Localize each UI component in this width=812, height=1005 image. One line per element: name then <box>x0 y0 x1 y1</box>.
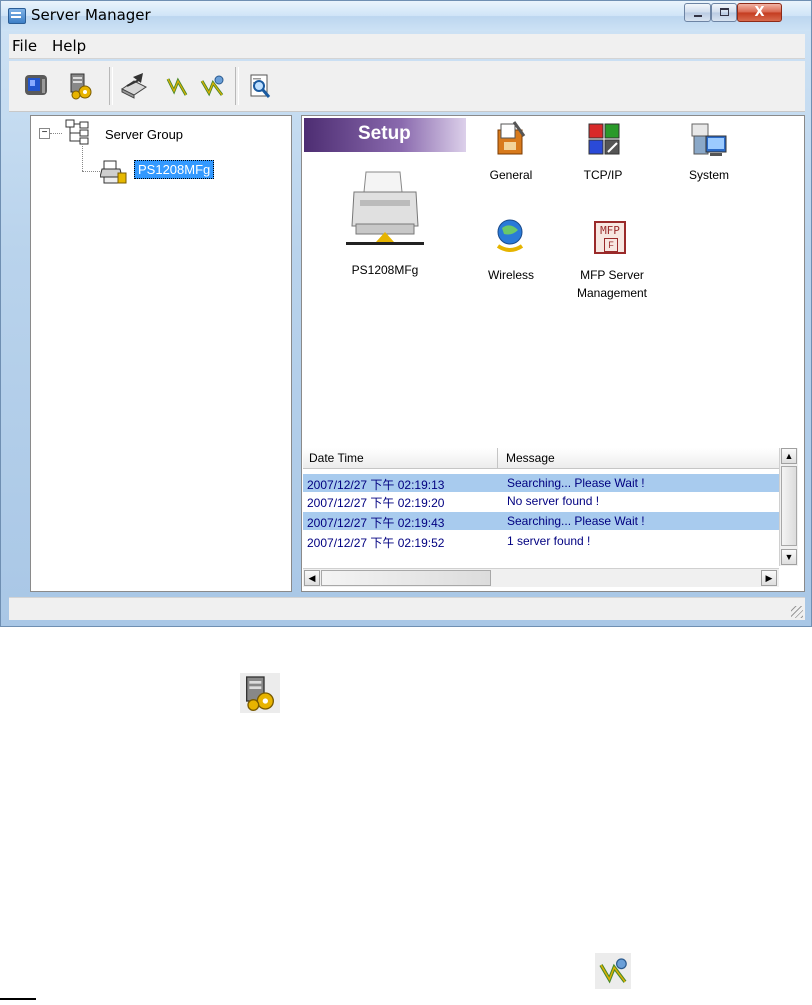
log-row[interactable]: 2007/12/27 下午 02:19:52 1 server found ! <box>303 532 779 550</box>
log-row[interactable]: 2007/12/27 下午 02:19:43 Searching... Plea… <box>303 512 779 530</box>
toolbar <box>9 61 805 112</box>
server-settings-icon <box>240 673 280 713</box>
setup-item-tcpip[interactable]: TCP/IP <box>572 120 634 190</box>
log-message: Searching... Please Wait ! <box>507 514 645 528</box>
tree-collapse-toggle[interactable]: − <box>39 128 50 139</box>
tcpip-icon <box>588 123 620 155</box>
upgrade-icon <box>166 77 188 96</box>
resize-grip[interactable] <box>791 606 803 618</box>
menu-bar: File Help <box>9 34 805 59</box>
printer-setup-icon <box>121 73 147 99</box>
maximize-button[interactable] <box>711 3 737 22</box>
close-icon: X <box>754 5 765 20</box>
log-message: 1 server found ! <box>507 534 591 548</box>
window-title: Server Manager <box>31 6 151 24</box>
scroll-right-button[interactable]: ▶ <box>761 570 777 586</box>
general-tools-icon <box>497 121 526 155</box>
log-datetime: 2007/12/27 下午 02:19:20 <box>307 496 445 510</box>
server-group-icon <box>65 119 89 145</box>
monitor-icon <box>25 75 47 95</box>
upgrade-button[interactable] <box>162 71 192 101</box>
server-settings-button[interactable] <box>66 71 96 101</box>
setup-title: Setup <box>358 123 411 144</box>
setup-item-label: System <box>688 168 729 182</box>
column-message[interactable]: Message <box>506 451 555 465</box>
app-icon <box>8 8 26 24</box>
log-table-header: Date Time Message <box>303 448 779 469</box>
column-datetime[interactable]: Date Time <box>309 451 364 465</box>
setup-item-general[interactable]: General <box>478 120 544 190</box>
menu-help[interactable]: Help <box>52 37 86 55</box>
wireless-icon <box>496 219 524 252</box>
reset-icon <box>595 953 631 989</box>
server-settings-icon <box>70 73 92 100</box>
status-bar <box>9 597 805 620</box>
tree-connector <box>50 133 62 134</box>
reset-icon <box>200 75 224 97</box>
mfp-icon: MFP F <box>594 221 626 254</box>
log-vertical-scrollbar[interactable]: ▲ ▼ <box>779 448 798 566</box>
minimize-button[interactable] <box>684 3 711 22</box>
setup-item-label-line2: Management <box>576 286 648 300</box>
monitor-button[interactable] <box>22 71 52 101</box>
reset-button[interactable] <box>197 71 227 101</box>
tree-connector <box>82 144 83 171</box>
log-datetime: 2007/12/27 下午 02:19:52 <box>307 536 445 550</box>
log-message: No server found ! <box>507 494 600 508</box>
scroll-down-button[interactable]: ▼ <box>781 549 797 565</box>
log-datetime: 2007/12/27 下午 02:19:13 <box>307 478 445 492</box>
setup-item-label: TCP/IP <box>583 168 623 182</box>
server-manager-window: Server Manager X File Help − Server Grou… <box>0 0 812 627</box>
system-icon <box>691 123 727 156</box>
scroll-up-button[interactable]: ▲ <box>781 448 797 464</box>
close-button[interactable]: X <box>737 3 782 22</box>
setup-item-system[interactable]: System <box>676 120 742 190</box>
log-row[interactable]: 2007/12/27 下午 02:19:13 Searching... Plea… <box>303 474 779 492</box>
setup-item-wireless[interactable]: Wireless <box>478 216 544 286</box>
search-icon <box>250 74 271 98</box>
toolbar-separator <box>109 67 113 105</box>
log-row[interactable]: 2007/12/27 下午 02:19:20 No server found ! <box>303 492 779 510</box>
setup-item-label: Wireless <box>487 268 534 282</box>
mfp-icon-text: MFP <box>600 224 620 237</box>
toolbar-separator <box>235 67 239 105</box>
setup-item-label: General <box>489 168 533 182</box>
device-name: PS1208MFg <box>351 263 419 277</box>
mfp-icon-subtext: F <box>604 238 618 252</box>
server-tree: − Server Group PS1208MFg <box>30 115 292 592</box>
maximize-icon <box>720 8 729 16</box>
menu-file[interactable]: File <box>12 37 37 55</box>
scroll-left-button[interactable]: ◀ <box>304 570 320 586</box>
printer-setup-button[interactable] <box>119 71 149 101</box>
print-server-icon <box>100 160 127 184</box>
minimize-icon <box>694 15 702 17</box>
log-message: Searching... Please Wait ! <box>507 476 645 490</box>
search-button[interactable] <box>245 71 275 101</box>
tree-item-server-group[interactable]: Server Group <box>105 127 183 142</box>
scroll-thumb[interactable] <box>781 466 797 546</box>
title-bar[interactable]: Server Manager X <box>1 1 811 31</box>
tree-connector <box>82 171 100 172</box>
column-divider[interactable] <box>497 448 498 468</box>
scroll-thumb[interactable] <box>321 570 491 586</box>
log-datetime: 2007/12/27 下午 02:19:43 <box>307 516 445 530</box>
setup-item-label-line1: MFP Server <box>580 268 644 282</box>
log-horizontal-scrollbar[interactable]: ◀ ▶ <box>303 568 779 587</box>
tree-item-ps1208mfg[interactable]: PS1208MFg <box>134 160 215 179</box>
text-underline <box>0 998 36 1000</box>
printer-device-icon <box>346 171 424 245</box>
setup-item-mfp-server-management[interactable]: MFP F MFP Server Management <box>564 216 660 308</box>
setup-banner: Setup <box>304 118 466 152</box>
